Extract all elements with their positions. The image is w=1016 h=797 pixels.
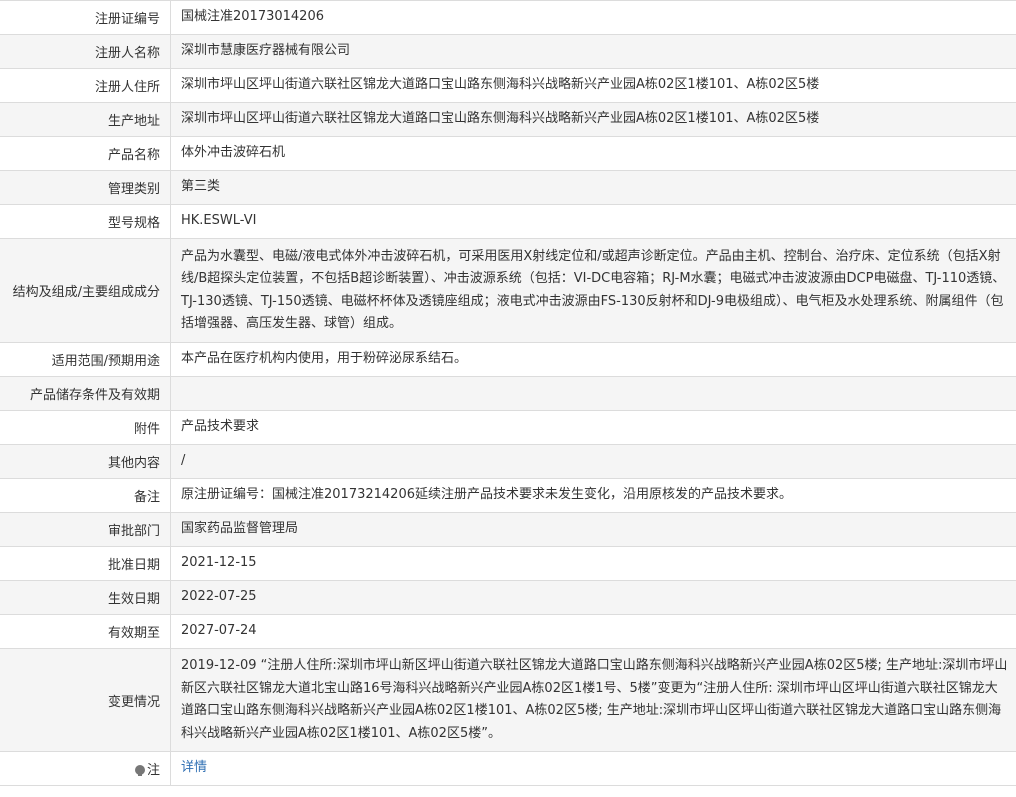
row-value: 国家药品监督管理局: [170, 512, 1016, 547]
row-attachment: 附件 产品技术要求: [0, 410, 1016, 445]
row-value: 本产品在医疗机构内使用，用于粉碎泌尿系结石。: [170, 342, 1016, 377]
row-intended-use: 适用范围/预期用途 本产品在医疗机构内使用，用于粉碎泌尿系结石。: [0, 342, 1016, 377]
row-value: 国械注准20173014206: [170, 0, 1016, 35]
note-label: 注: [146, 763, 160, 778]
row-production-address: 生产地址 深圳市坪山区坪山街道六联社区锦龙大道路口宝山路东侧海科兴战略新兴产业园…: [0, 102, 1016, 137]
row-value: 2019-12-09 “注册人住所:深圳市坪山新区坪山街道六联社区锦龙大道路口宝…: [170, 648, 1016, 752]
row-value: /: [170, 444, 1016, 479]
row-label: 注册人名称: [0, 34, 171, 69]
row-management-category: 管理类别 第三类: [0, 170, 1016, 205]
row-product-name: 产品名称 体外冲击波碎石机: [0, 136, 1016, 171]
row-valid-until: 有效期至 2027-07-24: [0, 614, 1016, 649]
row-remarks: 备注 原注册证编号：国械注准20173214206延续注册产品技术要求未发生变化…: [0, 478, 1016, 513]
row-value: 产品为水囊型、电磁/液电式体外冲击波碎石机，可采用医用X射线定位和/或超声诊断定…: [170, 238, 1016, 343]
row-label: 产品储存条件及有效期: [0, 376, 171, 411]
row-label: 管理类别: [0, 170, 171, 205]
lightbulb-icon: [134, 765, 145, 776]
row-value: 产品技术要求: [170, 410, 1016, 445]
row-value: 体外冲击波碎石机: [170, 136, 1016, 171]
row-note: 注 详情: [0, 751, 1016, 786]
details-link[interactable]: 详情: [181, 760, 207, 775]
row-value: 2021-12-15: [170, 546, 1016, 581]
row-value: 第三类: [170, 170, 1016, 205]
row-value: 深圳市慧康医疗器械有限公司: [170, 34, 1016, 69]
row-approval-date: 批准日期 2021-12-15: [0, 546, 1016, 581]
row-label: 适用范围/预期用途: [0, 342, 171, 377]
row-label: 变更情况: [0, 648, 171, 752]
row-label: 型号规格: [0, 204, 171, 239]
row-structure-composition: 结构及组成/主要组成成分 产品为水囊型、电磁/液电式体外冲击波碎石机，可采用医用…: [0, 238, 1016, 343]
row-label: 注: [0, 751, 171, 786]
row-change-history: 变更情况 2019-12-09 “注册人住所:深圳市坪山新区坪山街道六联社区锦龙…: [0, 648, 1016, 752]
row-registrant-name: 注册人名称 深圳市慧康医疗器械有限公司: [0, 34, 1016, 69]
row-label: 其他内容: [0, 444, 171, 479]
registration-table: 注册证编号 国械注准20173014206 注册人名称 深圳市慧康医疗器械有限公…: [0, 0, 1016, 786]
row-label: 生产地址: [0, 102, 171, 137]
row-label: 产品名称: [0, 136, 171, 171]
row-label: 生效日期: [0, 580, 171, 615]
row-approval-department: 审批部门 国家药品监督管理局: [0, 512, 1016, 547]
row-label: 附件: [0, 410, 171, 445]
row-label: 有效期至: [0, 614, 171, 649]
row-value: HK.ESWL-VI: [170, 204, 1016, 239]
row-storage-validity: 产品储存条件及有效期: [0, 376, 1016, 411]
row-value: 详情: [170, 751, 1016, 786]
row-value: 2027-07-24: [170, 614, 1016, 649]
row-label: 备注: [0, 478, 171, 513]
row-registration-number: 注册证编号 国械注准20173014206: [0, 0, 1016, 35]
row-registrant-address: 注册人住所 深圳市坪山区坪山街道六联社区锦龙大道路口宝山路东侧海科兴战略新兴产业…: [0, 68, 1016, 103]
row-value: 深圳市坪山区坪山街道六联社区锦龙大道路口宝山路东侧海科兴战略新兴产业园A栋02区…: [170, 68, 1016, 103]
row-value: 原注册证编号：国械注准20173214206延续注册产品技术要求未发生变化，沿用…: [170, 478, 1016, 513]
row-other-content: 其他内容 /: [0, 444, 1016, 479]
row-model-spec: 型号规格 HK.ESWL-VI: [0, 204, 1016, 239]
row-label: 注册证编号: [0, 0, 171, 35]
row-label: 注册人住所: [0, 68, 171, 103]
row-value: 深圳市坪山区坪山街道六联社区锦龙大道路口宝山路东侧海科兴战略新兴产业园A栋02区…: [170, 102, 1016, 137]
row-label: 结构及组成/主要组成成分: [0, 238, 171, 343]
row-label: 批准日期: [0, 546, 171, 581]
row-value: [170, 376, 1016, 411]
row-label: 审批部门: [0, 512, 171, 547]
row-value: 2022-07-25: [170, 580, 1016, 615]
row-effective-date: 生效日期 2022-07-25: [0, 580, 1016, 615]
